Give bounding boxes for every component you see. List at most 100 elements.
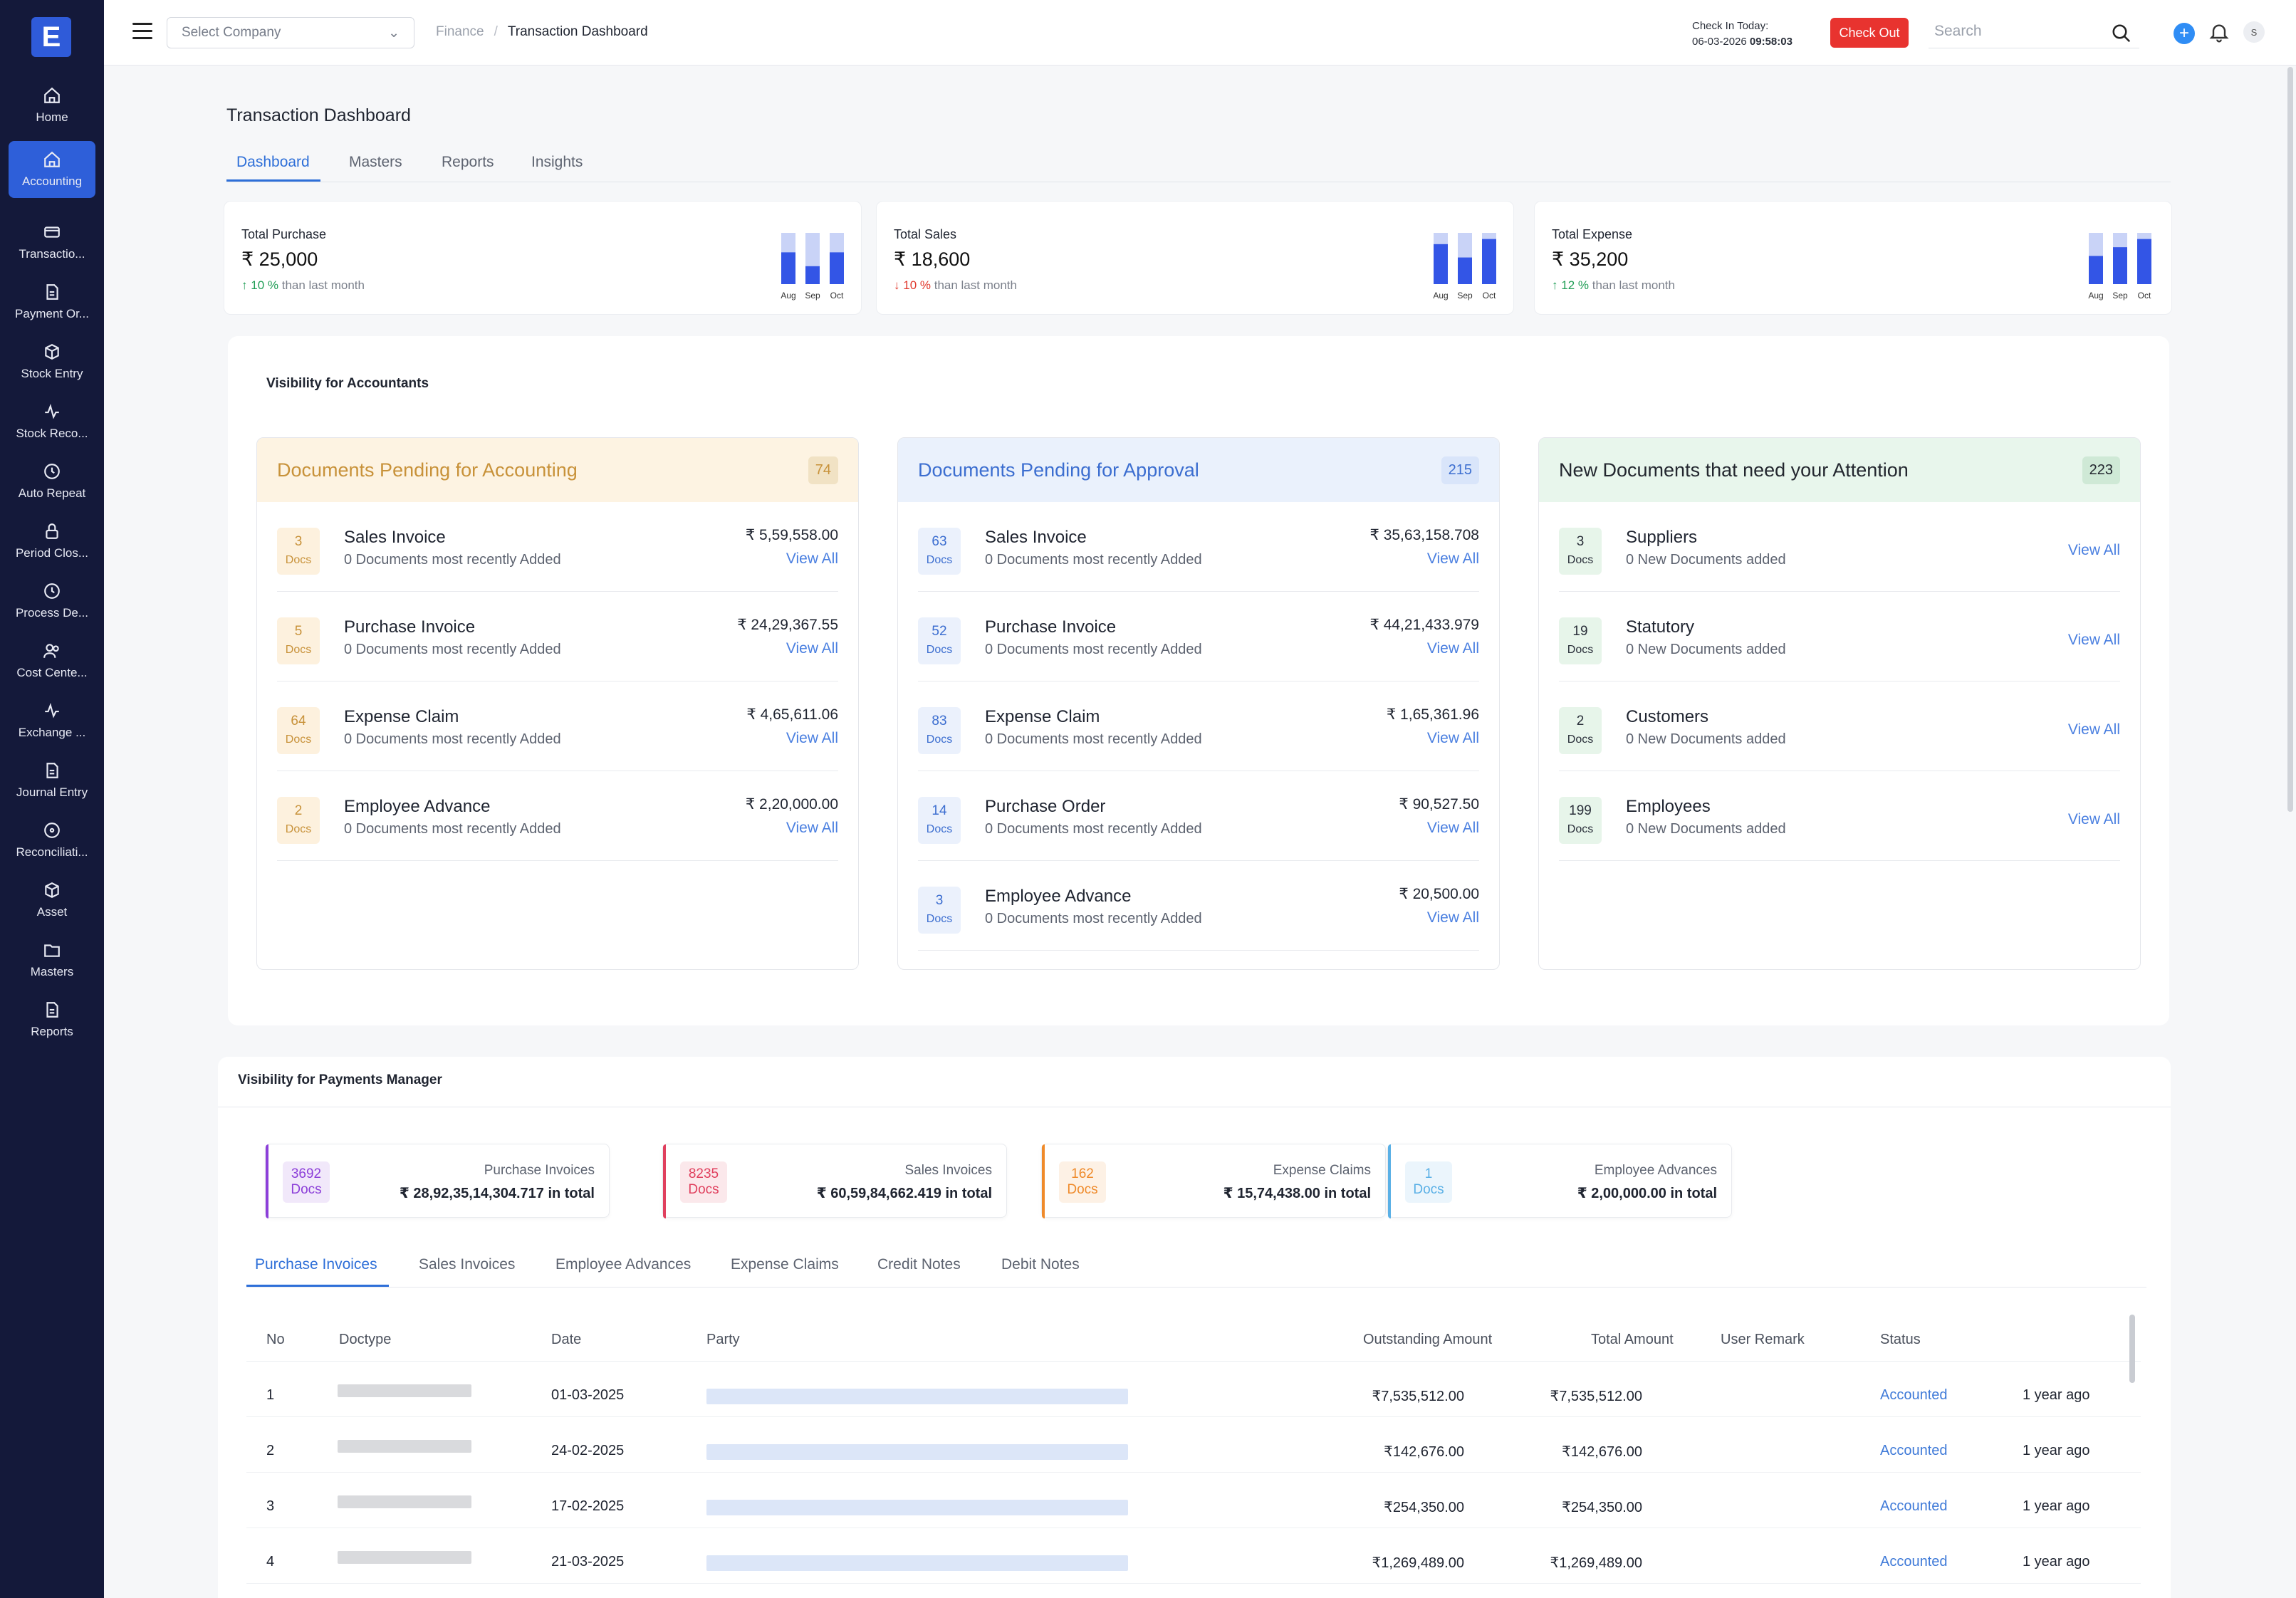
add-icon[interactable]: + (2174, 23, 2195, 44)
summary-card-employee-advances[interactable]: 1 Docs Employee Advances ₹ 2,00,000.00 in… (1387, 1144, 1732, 1218)
circle-icon (43, 821, 61, 840)
view-all-link[interactable]: View All (786, 820, 838, 837)
tab-insights[interactable]: Insights (531, 154, 583, 171)
summary-card-purchase-invoices[interactable]: 3692 Docs Purchase Invoices ₹ 28,92,35,14… (265, 1144, 610, 1218)
view-all-link[interactable]: View All (1427, 820, 1479, 837)
bell-icon[interactable] (2208, 20, 2230, 44)
tab-credit-notes[interactable]: Credit Notes (877, 1256, 961, 1273)
view-all-link[interactable]: View All (2068, 811, 2120, 828)
cell-status[interactable]: Accounted (1880, 1554, 1948, 1570)
cell-status[interactable]: Accounted (1880, 1498, 1948, 1515)
cell-status[interactable]: Accounted (1880, 1387, 1948, 1404)
tab-dashboard[interactable]: Dashboard (236, 154, 310, 171)
tab-expense-claims[interactable]: Expense Claims (731, 1256, 839, 1273)
sidebar-item-transactio[interactable]: Transactio... (9, 214, 95, 271)
bar-month: Aug (2088, 291, 2103, 301)
table-scrollbar[interactable] (2129, 1315, 2135, 1383)
cell-date: 01-03-2025 (551, 1387, 625, 1403)
view-all-link[interactable]: View All (786, 550, 838, 568)
sidebar-item-auto-repeat[interactable]: Auto Repeat (9, 453, 95, 510)
breadcrumb-finance[interactable]: Finance (436, 24, 484, 39)
view-all-link[interactable]: View All (786, 730, 838, 747)
search-icon[interactable] (2111, 23, 2132, 44)
page-scrollbar[interactable] (2287, 67, 2293, 812)
sidebar-item-masters[interactable]: Masters (9, 931, 95, 988)
view-all-link[interactable]: View All (1427, 909, 1479, 926)
view-all-link[interactable]: View All (1427, 730, 1479, 747)
tab-employee-advances[interactable]: Employee Advances (555, 1256, 691, 1273)
docs-badge: 8235 Docs (680, 1161, 727, 1203)
tab-masters[interactable]: Masters (349, 154, 402, 171)
document-icon (43, 283, 61, 301)
sidebar-item-exchange[interactable]: Exchange ... (9, 692, 95, 749)
card-title: Documents Pending for Approval (918, 459, 1199, 481)
docs-count: 5 (294, 624, 303, 639)
search-input[interactable]: Search (1929, 19, 2139, 48)
view-all-link[interactable]: View All (2068, 721, 2120, 738)
tab-debit-notes[interactable]: Debit Notes (1001, 1256, 1080, 1273)
cell-status[interactable]: Accounted (1880, 1443, 1948, 1459)
table-row[interactable]: 1 01-03-2025 ₹7,535,512.00 ₹7,535,512.00… (246, 1372, 2141, 1417)
avatar[interactable]: S (2243, 21, 2265, 43)
col-total[interactable]: Total Amount (1591, 1332, 1674, 1348)
tab-purchase-invoices[interactable]: Purchase Invoices (255, 1256, 377, 1273)
cell-outstanding: ₹7,535,512.00 (1372, 1389, 1464, 1404)
stat-label: Total Purchase (241, 227, 327, 241)
menu-icon[interactable] (132, 23, 152, 40)
view-all-link[interactable]: View All (1427, 640, 1479, 657)
docs-count: 52 (932, 624, 947, 639)
tab-reports[interactable]: Reports (442, 154, 494, 171)
summary-card-sales-invoices[interactable]: 8235 Docs Sales Invoices ₹ 60,59,84,662.4… (662, 1144, 1007, 1218)
docs-badge: 83 Docs (918, 707, 961, 754)
breadcrumb: Finance / Transaction Dashboard (436, 24, 648, 40)
doctype-amount: ₹ 44,21,433.979 (1369, 617, 1480, 633)
company-select[interactable]: Select Company ⌄ (167, 17, 414, 48)
payments-title: Visibility for Payments Manager (238, 1072, 442, 1087)
view-all-link[interactable]: View All (2068, 632, 2120, 649)
table-row[interactable]: 3 17-02-2025 ₹254,350.00 ₹254,350.00 Acc… (246, 1483, 2141, 1528)
stat-card-total-sales[interactable]: Total Sales ₹ 18,600 ↓ 10 % than last mo… (876, 201, 1514, 315)
sidebar-item-journal-entry[interactable]: Journal Entry (9, 752, 95, 809)
col-remark[interactable]: User Remark (1721, 1332, 1805, 1348)
sidebar-item-payment-or[interactable]: Payment Or... (9, 273, 95, 330)
document-icon (43, 761, 61, 780)
doctype-name: Sales Invoice (985, 528, 1087, 547)
sidebar-item-stock-reco[interactable]: Stock Reco... (9, 393, 95, 450)
sidebar-item-accounting[interactable]: Accounting (9, 141, 95, 198)
docs-count: 2 (294, 803, 303, 818)
stat-card-total-expense[interactable]: Total Expense ₹ 35,200 ↑ 12 % than last … (1534, 201, 2172, 315)
summary-card-expense-claims[interactable]: 162 Docs Expense Claims ₹ 15,74,438.00 in… (1041, 1144, 1386, 1218)
table-row[interactable]: 2 24-02-2025 ₹142,676.00 ₹142,676.00 Acc… (246, 1427, 2141, 1473)
view-all-link[interactable]: View All (786, 640, 838, 657)
sidebar-item-stock-entry[interactable]: Stock Entry (9, 333, 95, 390)
col-no[interactable]: No (266, 1332, 285, 1348)
col-party[interactable]: Party (706, 1332, 740, 1348)
docs-label: Docs (285, 823, 312, 835)
col-status[interactable]: Status (1880, 1332, 1921, 1348)
sidebar-item-reports[interactable]: Reports (9, 991, 95, 1048)
col-date[interactable]: Date (551, 1332, 581, 1348)
col-outstanding[interactable]: Outstanding Amount (1363, 1332, 1492, 1348)
view-all-link[interactable]: View All (2068, 542, 2120, 559)
stat-change-pct: 10 % (903, 278, 931, 292)
bar-value (2089, 256, 2103, 284)
sidebar-item-period-clos[interactable]: Period Clos... (9, 513, 95, 570)
table-row[interactable]: 4 21-03-2025 ₹1,269,489.00 ₹1,269,489.00… (246, 1538, 2141, 1584)
sidebar-item-cost-cente[interactable]: Cost Cente... (9, 632, 95, 689)
sidebar-item-reconciliati[interactable]: Reconciliati... (9, 812, 95, 869)
view-all-link[interactable]: View All (1427, 550, 1479, 568)
col-doctype[interactable]: Doctype (339, 1332, 391, 1348)
sidebar-item-process-de[interactable]: Process De... (9, 573, 95, 630)
sidebar-item-asset[interactable]: Asset (9, 872, 95, 929)
docs-count: 3 (294, 534, 303, 549)
stat-value: ₹ 18,600 (894, 249, 971, 270)
check-out-button[interactable]: Check Out (1830, 18, 1909, 48)
stat-card-total-purchase[interactable]: Total Purchase ₹ 25,000 ↑ 10 % than last… (224, 201, 862, 315)
docs-badge: 2 Docs (1559, 707, 1602, 754)
sidebar-item-home[interactable]: Home (9, 77, 95, 134)
tab-sales-invoices[interactable]: Sales Invoices (419, 1256, 515, 1273)
box-icon (43, 881, 61, 899)
app-logo[interactable]: E (31, 17, 71, 57)
accent-bar (266, 1144, 268, 1218)
doctype-amount: ₹ 5,59,558.00 (745, 527, 838, 543)
